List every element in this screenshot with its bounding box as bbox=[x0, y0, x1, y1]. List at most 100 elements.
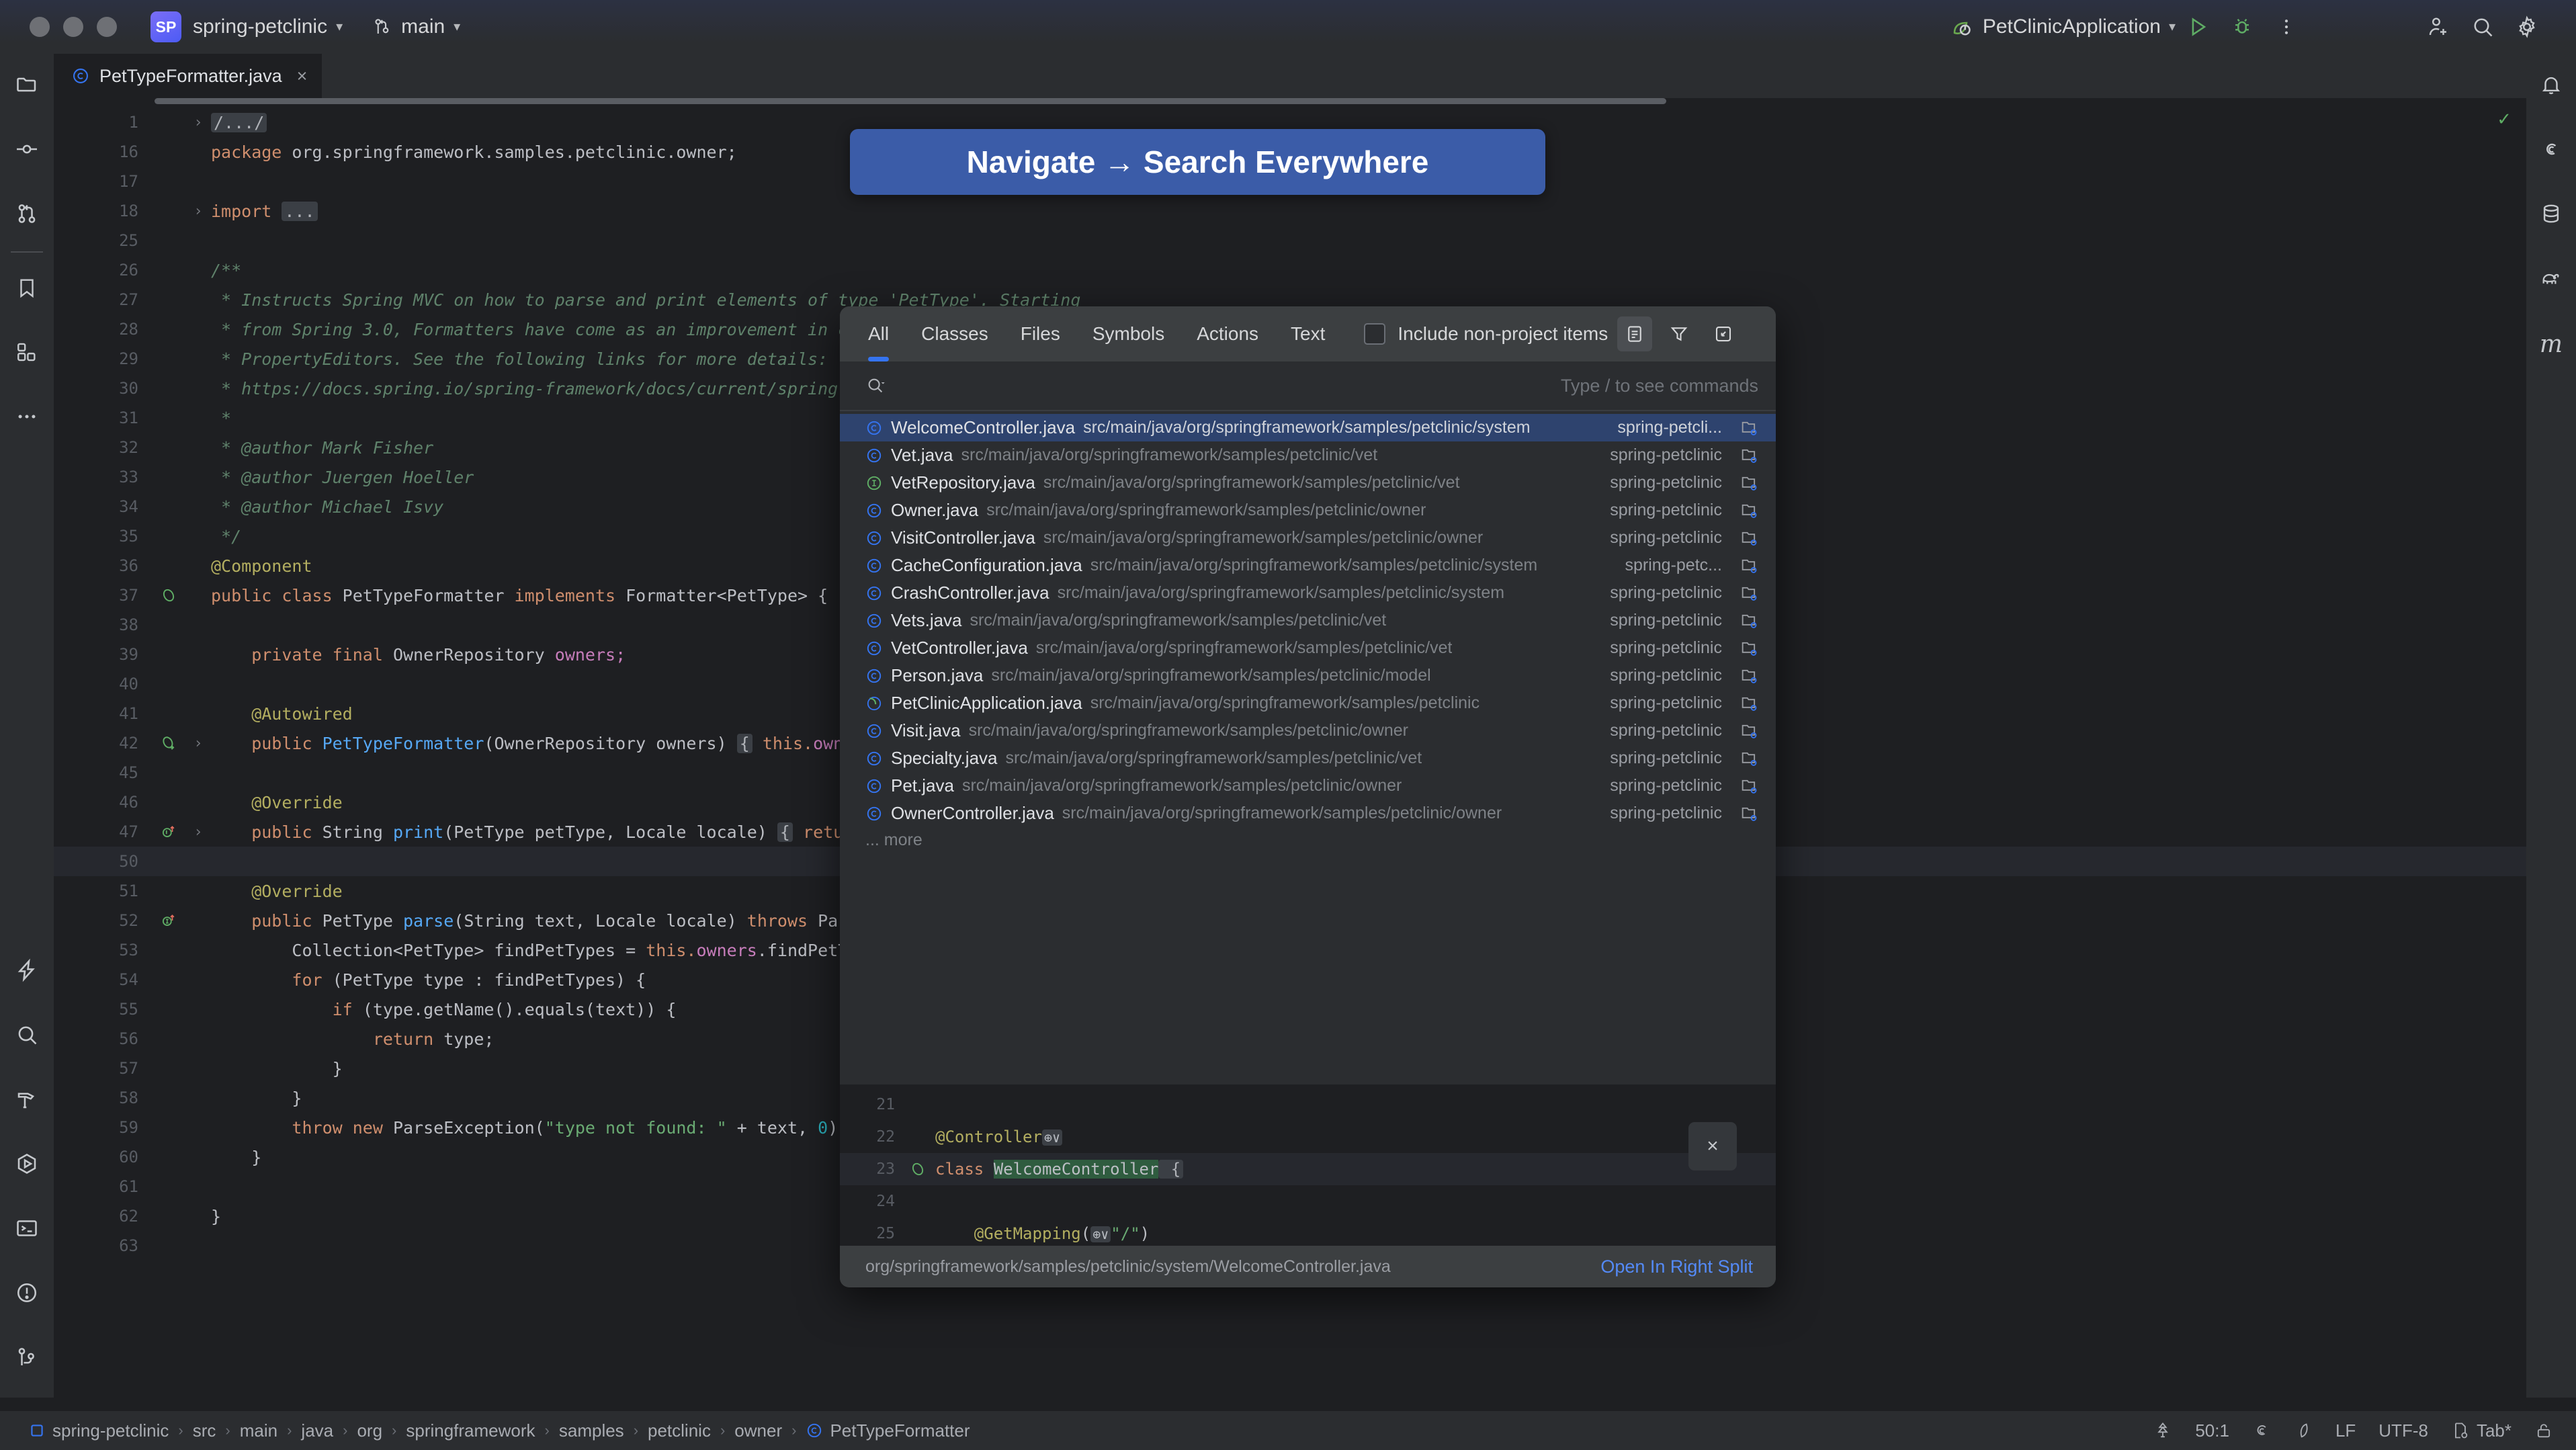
breadcrumb-item-java[interactable]: java bbox=[301, 1420, 333, 1441]
filter-icon[interactable] bbox=[1662, 316, 1697, 351]
minimize-window-button[interactable] bbox=[63, 17, 83, 37]
search-result-row[interactable]: VetRepository.java src/main/java/org/spri… bbox=[840, 469, 1776, 497]
breadcrumb-separator: › bbox=[791, 1422, 797, 1439]
spring-icon[interactable] bbox=[2252, 1421, 2271, 1440]
line-number: 50 bbox=[119, 852, 138, 871]
search-input[interactable]: Type / to see commands bbox=[1561, 376, 1758, 396]
override-icon[interactable] bbox=[148, 823, 189, 841]
sidebar-item-more[interactable] bbox=[0, 386, 54, 450]
code-text: @GetMapping(⊕∨ "/") bbox=[935, 1224, 1150, 1243]
search-result-row[interactable]: CacheConfiguration.java src/main/java/org… bbox=[840, 552, 1776, 579]
tab-files[interactable]: Files bbox=[1021, 306, 1060, 361]
breadcrumb-item-pettypeformatter[interactable]: PetTypeFormatter bbox=[806, 1420, 970, 1441]
breadcrumb-item-main[interactable]: main bbox=[240, 1420, 277, 1441]
open-in-right-split-link[interactable]: Open In Right Split bbox=[1600, 1256, 1753, 1277]
sidebar-item-bookmarks[interactable] bbox=[0, 257, 54, 321]
breadcrumb[interactable]: spring-petclinic › src › main › java › org › sprin… bbox=[28, 1420, 970, 1441]
more-results-label[interactable]: ... more bbox=[840, 824, 1776, 850]
file-encoding[interactable]: UTF-8 bbox=[2378, 1420, 2428, 1441]
editor-tab-pettypeformatter[interactable]: PetTypeFormatter.java × bbox=[54, 54, 323, 98]
breadcrumb-item-src[interactable]: src bbox=[193, 1420, 216, 1441]
tab-all[interactable]: All bbox=[868, 306, 890, 361]
sidebar-item-project[interactable] bbox=[0, 54, 54, 118]
run-button[interactable] bbox=[2176, 5, 2220, 49]
sidebar-item-notifications[interactable] bbox=[2524, 54, 2576, 118]
sidebar-item-terminal[interactable] bbox=[0, 1197, 54, 1262]
breadcrumb-item-owner[interactable]: owner bbox=[734, 1420, 782, 1441]
debug-button[interactable] bbox=[2220, 5, 2264, 49]
search-input-row[interactable]: Type / to see commands bbox=[840, 361, 1776, 411]
sidebar-item-ai-assistant[interactable] bbox=[0, 939, 54, 1004]
leaf-icon[interactable] bbox=[2294, 1421, 2313, 1440]
tab-symbols[interactable]: Symbols bbox=[1092, 306, 1164, 361]
pin-icon[interactable] bbox=[1706, 316, 1741, 351]
sidebar-item-commit[interactable] bbox=[0, 118, 54, 183]
run-configuration-selector[interactable]: PetClinicApplication ▾ bbox=[1950, 15, 2176, 39]
search-results-list[interactable]: WelcomeController.java src/main/java/org/… bbox=[840, 411, 1776, 824]
maximize-window-button[interactable] bbox=[97, 17, 117, 37]
java-class-icon bbox=[865, 585, 883, 602]
fold-arrow-icon[interactable]: › bbox=[189, 203, 207, 220]
search-result-row[interactable]: Specialty.java src/main/java/org/springfr… bbox=[840, 744, 1776, 772]
horizontal-scrollbar[interactable] bbox=[155, 98, 1666, 104]
search-result-row[interactable]: OwnerController.java src/main/java/org/sp… bbox=[840, 800, 1776, 824]
git-branch-tree-icon[interactable] bbox=[2153, 1421, 2172, 1440]
sidebar-item-problems[interactable] bbox=[0, 1262, 54, 1326]
search-result-row[interactable]: VetController.java src/main/java/org/spri… bbox=[840, 634, 1776, 662]
breadcrumb-item-org[interactable]: org bbox=[357, 1420, 382, 1441]
window-controls[interactable] bbox=[30, 17, 117, 37]
search-result-row[interactable]: Pet.java src/main/java/org/springframewor… bbox=[840, 772, 1776, 800]
bean-autowire-icon[interactable] bbox=[148, 734, 189, 752]
module-folder-icon bbox=[1740, 474, 1758, 493]
result-name: VisitController.java bbox=[891, 527, 1035, 548]
sidebar-item-structure[interactable] bbox=[0, 321, 54, 386]
search-result-row[interactable]: CrashController.java src/main/java/org/sp… bbox=[840, 579, 1776, 607]
caret-position[interactable]: 50:1 bbox=[2195, 1420, 2229, 1441]
tab-actions[interactable]: Actions bbox=[1197, 306, 1258, 361]
search-result-row[interactable]: PetClinicApplication.java src/main/java/o… bbox=[840, 689, 1776, 717]
include-non-project-checkbox[interactable] bbox=[1364, 323, 1386, 345]
search-result-row[interactable]: Person.java src/main/java/org/springframe… bbox=[840, 662, 1776, 689]
sidebar-item-run[interactable] bbox=[0, 1133, 54, 1197]
close-window-button[interactable] bbox=[30, 17, 50, 37]
sidebar-item-version-control[interactable] bbox=[0, 1326, 54, 1391]
unlocked-icon[interactable] bbox=[2534, 1421, 2553, 1440]
bean-icon[interactable] bbox=[148, 587, 189, 604]
search-result-row[interactable]: Vets.java src/main/java/org/springframewo… bbox=[840, 607, 1776, 634]
search-result-row[interactable]: Vet.java src/main/java/org/springframewor… bbox=[840, 441, 1776, 469]
result-name: PetClinicApplication.java bbox=[891, 693, 1082, 713]
fold-arrow-icon[interactable]: › bbox=[189, 114, 207, 131]
sidebar-item-pull-requests[interactable] bbox=[0, 183, 54, 247]
sidebar-item-build[interactable] bbox=[0, 1068, 54, 1133]
indent-setting[interactable]: Tab* bbox=[2451, 1420, 2511, 1441]
search-result-row[interactable]: Owner.java src/main/java/org/springframew… bbox=[840, 497, 1776, 524]
project-selector[interactable]: spring-petclinic ▾ bbox=[193, 15, 343, 38]
sidebar-item-gradle[interactable] bbox=[2524, 247, 2576, 312]
fold-arrow-icon[interactable]: › bbox=[189, 735, 207, 752]
fold-arrow-icon[interactable]: › bbox=[189, 824, 207, 841]
search-icon[interactable] bbox=[2460, 5, 2505, 49]
search-result-row[interactable]: VisitController.java src/main/java/org/sp… bbox=[840, 524, 1776, 552]
settings-gear-icon[interactable] bbox=[2505, 5, 2549, 49]
tab-classes[interactable]: Classes bbox=[921, 306, 988, 361]
search-result-row[interactable]: Visit.java src/main/java/org/springframew… bbox=[840, 717, 1776, 744]
more-options-button[interactable] bbox=[2264, 5, 2309, 49]
sidebar-item-database[interactable] bbox=[2524, 183, 2576, 247]
search-everywhere-dialog[interactable]: All Classes Files Symbols Actions Text Includ… bbox=[840, 306, 1776, 1287]
tab-text[interactable]: Text bbox=[1291, 306, 1325, 361]
add-user-icon[interactable] bbox=[2416, 5, 2460, 49]
sidebar-item-spring[interactable] bbox=[2524, 118, 2576, 183]
search-result-row[interactable]: WelcomeController.java src/main/java/org/… bbox=[840, 414, 1776, 441]
breadcrumb-item-spring-petclinic[interactable]: spring-petclinic bbox=[28, 1420, 169, 1441]
sidebar-item-find[interactable] bbox=[0, 1004, 54, 1068]
close-icon[interactable]: × bbox=[297, 66, 308, 87]
line-separator[interactable]: LF bbox=[2335, 1420, 2356, 1441]
preview-toggle-icon[interactable] bbox=[1617, 316, 1653, 351]
implement-icon[interactable] bbox=[148, 912, 189, 929]
breadcrumb-item-springframework[interactable]: springframework bbox=[406, 1420, 535, 1441]
close-preview-button[interactable]: × bbox=[1688, 1122, 1737, 1170]
branch-selector[interactable]: main ▾ bbox=[372, 15, 460, 38]
sidebar-item-maven[interactable]: m bbox=[2524, 312, 2576, 376]
breadcrumb-item-petclinic[interactable]: petclinic bbox=[648, 1420, 711, 1441]
breadcrumb-item-samples[interactable]: samples bbox=[559, 1420, 624, 1441]
